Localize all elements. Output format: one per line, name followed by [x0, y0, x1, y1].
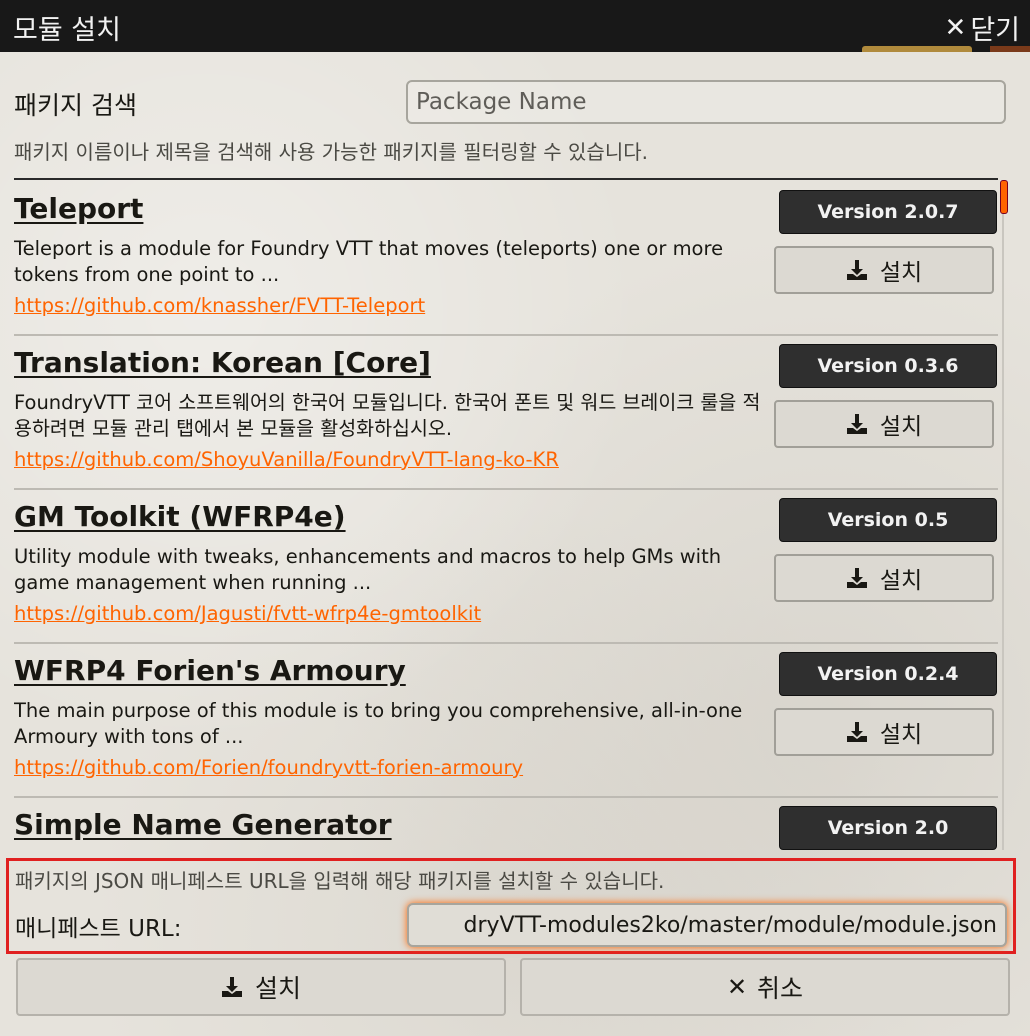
- version-badge: Version 2.0: [779, 806, 997, 850]
- close-icon: ✕: [944, 12, 967, 43]
- cancel-button[interactable]: ✕ 취소: [520, 958, 1010, 1016]
- package-title[interactable]: Teleport: [14, 192, 143, 225]
- install-button-label: 설치: [254, 974, 301, 1003]
- manifest-section: 패키지의 JSON 매니페스트 URL을 입력해 해당 패키지를 설치할 수 있…: [6, 858, 1016, 954]
- version-badge: Version 0.2.4: [779, 652, 997, 696]
- download-icon: [846, 260, 867, 280]
- package-list-scrollbar[interactable]: [998, 178, 1010, 854]
- scroll-thumb[interactable]: [1000, 180, 1008, 214]
- package-install-button[interactable]: 설치: [774, 400, 994, 448]
- package-description: The main purpose of this module is to br…: [14, 699, 743, 748]
- package-description: Teleport is a module for Foundry VTT tha…: [14, 237, 724, 286]
- package-title[interactable]: Translation: Korean [Core]: [14, 346, 431, 379]
- install-label: 설치: [879, 568, 923, 594]
- close-icon: ✕: [726, 973, 748, 1001]
- install-label: 설치: [879, 260, 923, 286]
- package-description: Utility module with tweaks, enhancements…: [14, 545, 722, 594]
- cancel-button-label: 취소: [757, 974, 804, 1003]
- package-description: FoundryVTT 코어 소프트웨어의 한국어 모듈입니다. 한국어 폰트 및…: [14, 391, 761, 440]
- search-hint: 패키지 이름이나 제목을 검색해 사용 가능한 패키지를 필터링할 수 있습니다…: [14, 140, 648, 164]
- download-icon: [846, 568, 867, 588]
- package-url-link[interactable]: https://github.com/Forien/foundryvtt-for…: [14, 756, 523, 779]
- package-item: Translation: Korean [Core] FoundryVTT 코어…: [14, 334, 998, 490]
- package-search-input[interactable]: [406, 80, 1006, 124]
- package-install-button[interactable]: 설치: [774, 246, 994, 294]
- close-label: 닫기: [970, 15, 1020, 46]
- version-badge: Version 0.3.6: [779, 344, 997, 388]
- install-label: 설치: [879, 414, 923, 440]
- close-button[interactable]: ✕ 닫기: [945, 8, 1020, 47]
- package-item: Teleport Teleport is a module for Foundr…: [14, 180, 998, 336]
- package-url-link[interactable]: https://github.com/Jagusti/fvtt-wfrp4e-g…: [14, 602, 481, 625]
- scroll-track: [1002, 214, 1004, 850]
- install-label: 설치: [879, 722, 923, 748]
- download-icon: [221, 977, 242, 997]
- package-title[interactable]: WFRP4 Forien's Armoury: [14, 654, 406, 687]
- module-install-dialog: 모듈 설치 ✕ 닫기 패키지 검색 패키지 이름이나 제목을 검색해 사용 가능…: [0, 0, 1030, 1036]
- package-list: Teleport Teleport is a module for Foundr…: [14, 178, 998, 856]
- package-item: WFRP4 Forien's Armoury The main purpose …: [14, 642, 998, 798]
- manifest-url-label: 매니페스트 URL:: [15, 916, 182, 942]
- window-title: 모듈 설치: [13, 15, 121, 46]
- version-badge: Version 2.0.7: [779, 190, 997, 234]
- window-titlebar: 모듈 설치 ✕ 닫기: [0, 0, 1030, 52]
- version-badge: Version 0.5: [779, 498, 997, 542]
- download-icon: [846, 722, 867, 742]
- package-install-button[interactable]: 설치: [774, 554, 994, 602]
- title-decoration-right: [990, 46, 1030, 52]
- manifest-hint: 패키지의 JSON 매니페스트 URL을 입력해 해당 패키지를 설치할 수 있…: [15, 869, 665, 893]
- download-icon: [846, 414, 867, 434]
- package-url-link[interactable]: https://github.com/knassher/FVTT-Telepor…: [14, 294, 425, 317]
- search-label: 패키지 검색: [14, 91, 137, 120]
- title-decoration: [862, 46, 972, 52]
- package-item: Simple Name Generator Version 2.0 설치: [14, 796, 998, 856]
- install-button[interactable]: 설치: [16, 958, 506, 1016]
- package-title[interactable]: Simple Name Generator: [14, 808, 392, 841]
- package-item: GM Toolkit (WFRP4e) Utility module with …: [14, 488, 998, 644]
- manifest-url-input[interactable]: [407, 903, 1007, 947]
- package-title[interactable]: GM Toolkit (WFRP4e): [14, 500, 346, 533]
- package-url-link[interactable]: https://github.com/ShoyuVanilla/FoundryV…: [14, 448, 559, 471]
- package-install-button[interactable]: 설치: [774, 708, 994, 756]
